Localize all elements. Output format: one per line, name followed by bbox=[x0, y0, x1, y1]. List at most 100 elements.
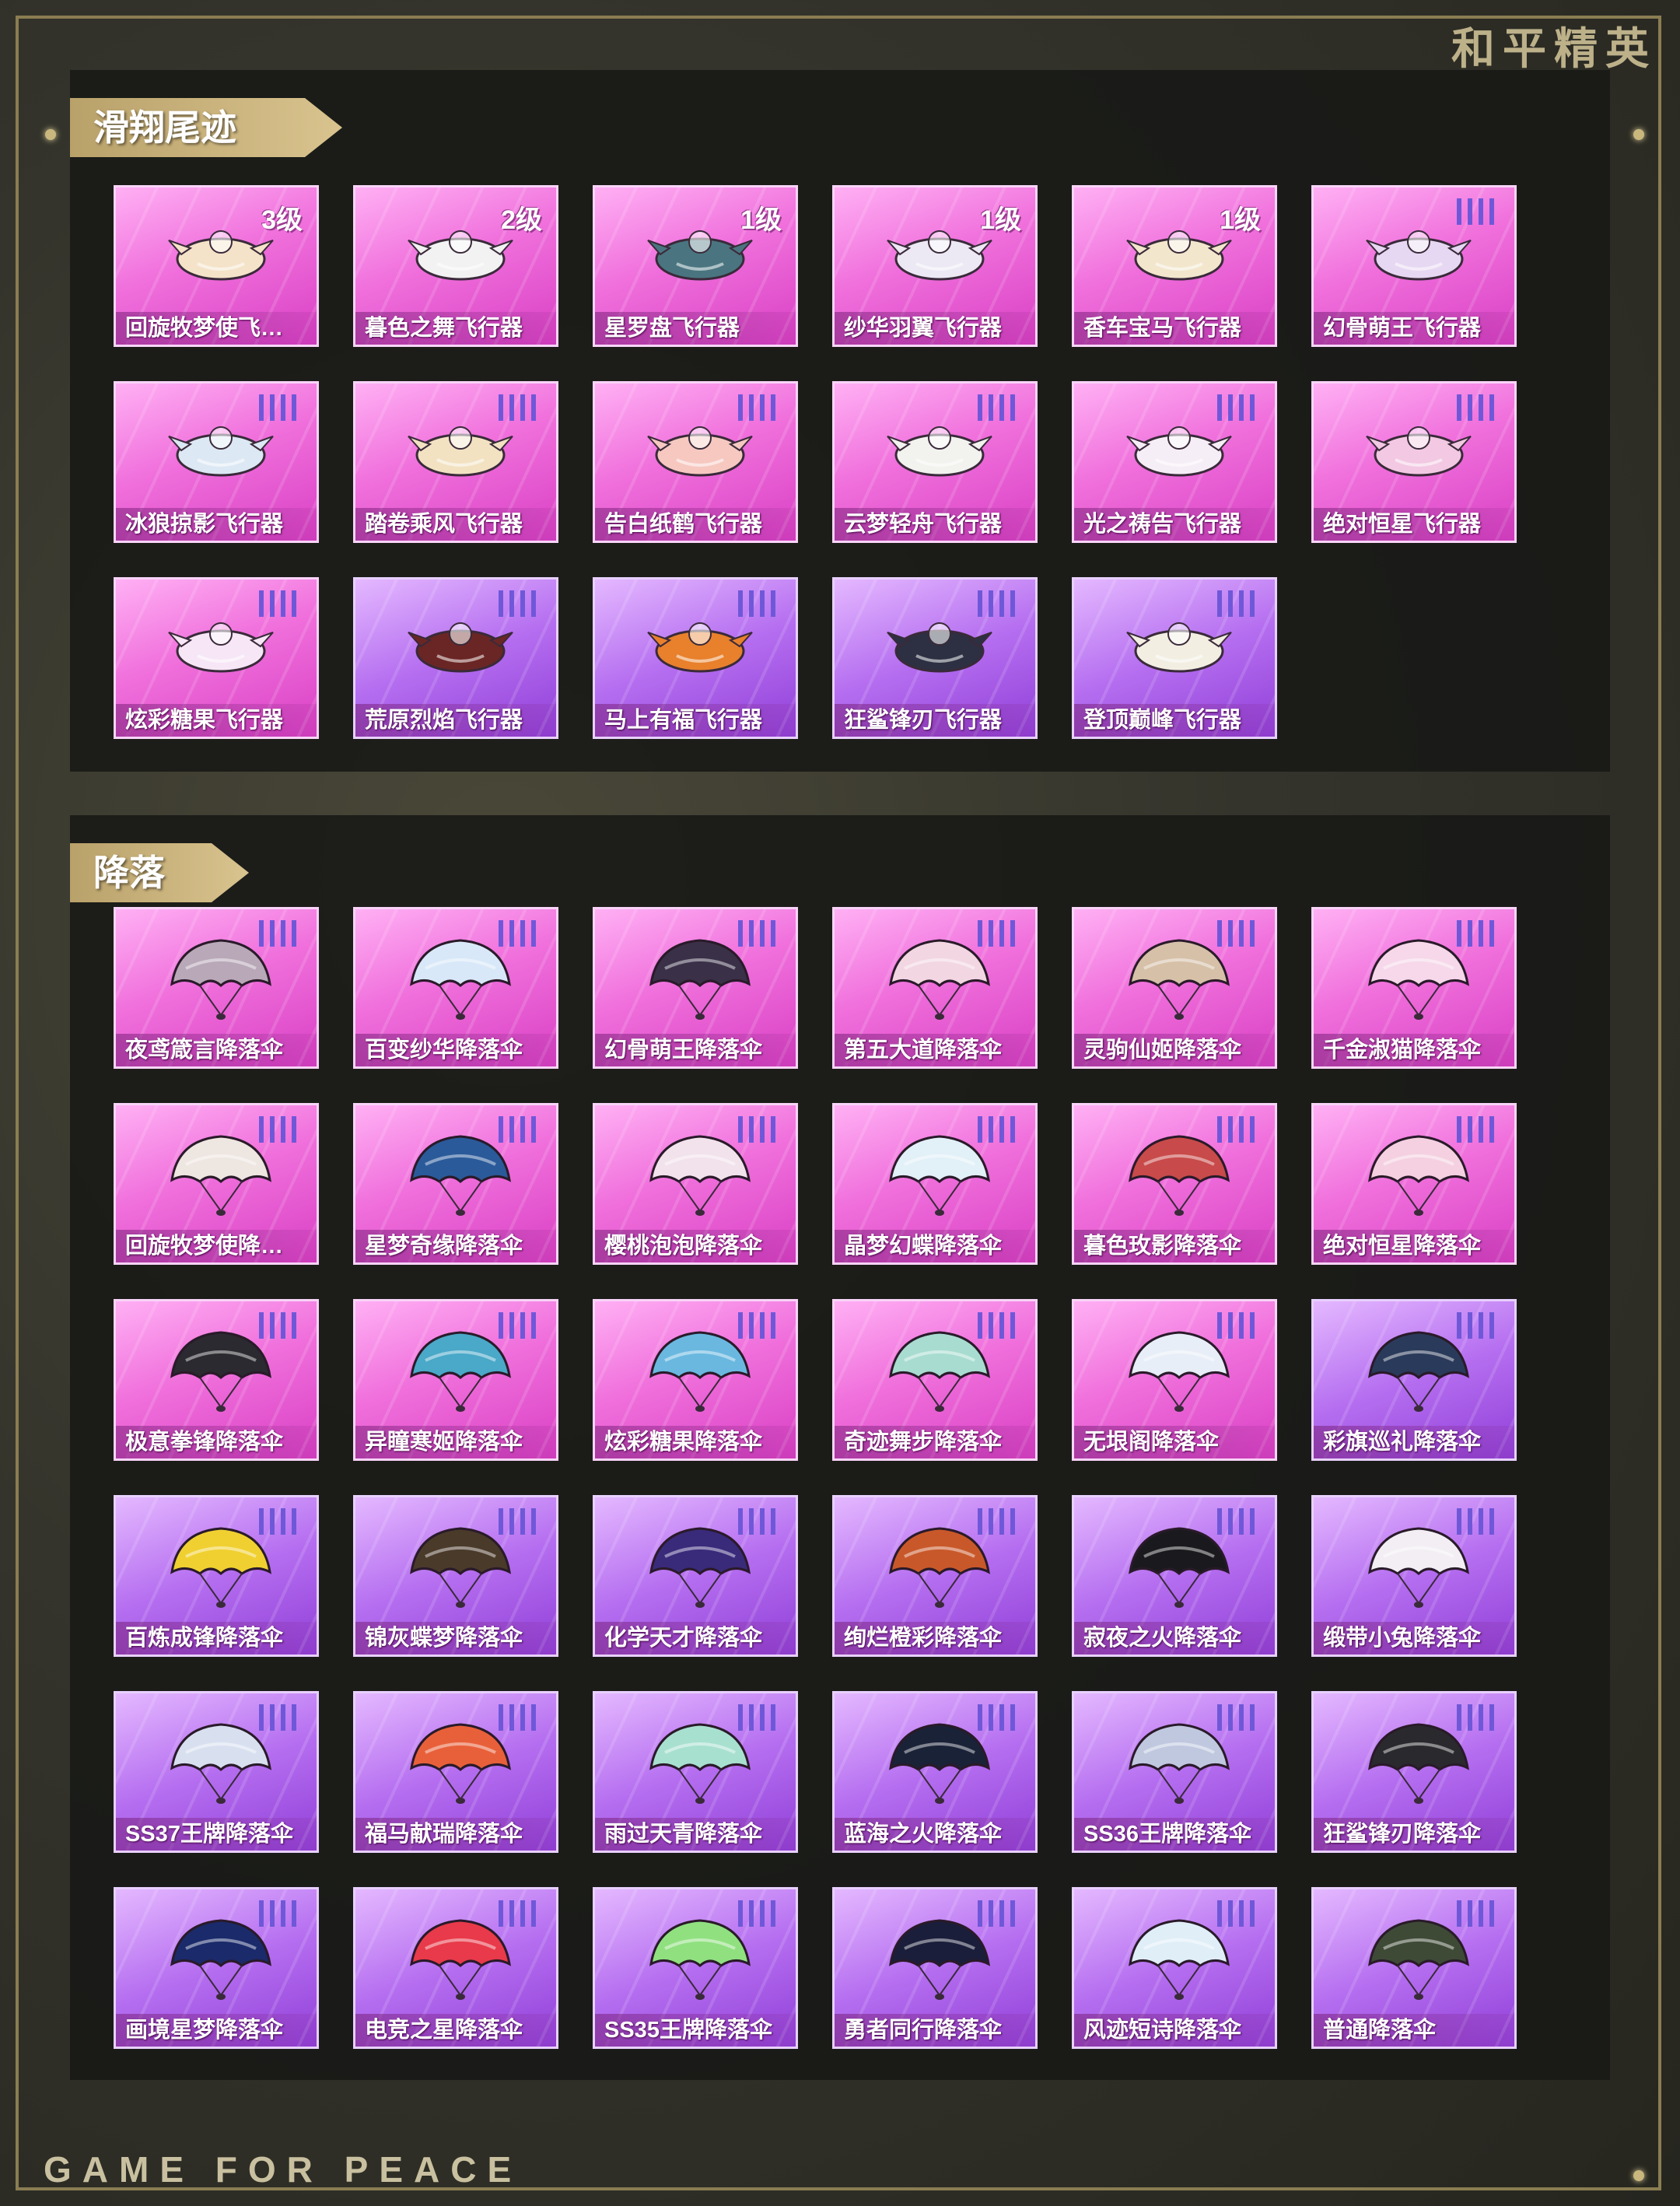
rarity-bar bbox=[1239, 1508, 1244, 1535]
rarity-bar bbox=[1010, 1704, 1015, 1731]
rarity-bar bbox=[520, 394, 525, 421]
rarity-bar bbox=[999, 1704, 1004, 1731]
rarity-bar bbox=[1479, 1508, 1483, 1535]
item-card[interactable]: 异瞳寒姬降落伞 bbox=[353, 1299, 558, 1461]
section-title-trails: 滑翔尾迹 bbox=[70, 98, 342, 157]
item-card[interactable]: 风迹短诗降落伞 bbox=[1072, 1887, 1277, 2049]
item-card[interactable]: 第五大道降落伞 bbox=[832, 907, 1038, 1069]
rarity-bar bbox=[1489, 394, 1494, 421]
item-card[interactable]: SS35王牌降落伞 bbox=[593, 1887, 798, 2049]
item-card[interactable]: 云梦轻舟飞行器 bbox=[832, 381, 1038, 543]
item-card[interactable]: 化学天才降落伞 bbox=[593, 1495, 798, 1657]
rarity-bar bbox=[520, 1116, 525, 1143]
parachute-icon bbox=[1129, 1135, 1230, 1216]
item-card[interactable]: 晶梦幻蝶降落伞 bbox=[832, 1103, 1038, 1265]
item-name: 绝对恒星飞行器 bbox=[1314, 508, 1514, 541]
item-card[interactable]: 勇者同行降落伞 bbox=[832, 1887, 1038, 2049]
item-card[interactable]: 2级 暮色之舞飞行器 bbox=[353, 185, 558, 347]
item-card[interactable]: 百炼成锋降落伞 bbox=[114, 1495, 319, 1657]
item-card[interactable]: 幻骨萌王飞行器 bbox=[1311, 185, 1517, 347]
parachute-icon bbox=[410, 939, 511, 1020]
paper-crane-glider-icon bbox=[647, 426, 753, 477]
item-card[interactable]: 寂夜之火降落伞 bbox=[1072, 1495, 1277, 1657]
item-card[interactable]: 暮色玫影降落伞 bbox=[1072, 1103, 1277, 1265]
rarity-bar bbox=[1479, 1704, 1483, 1731]
item-name: 寂夜之火降落伞 bbox=[1074, 1622, 1275, 1654]
item-card[interactable]: 千金淑猫降落伞 bbox=[1311, 907, 1517, 1069]
item-card[interactable]: 福马献瑞降落伞 bbox=[353, 1691, 558, 1853]
decor-dot bbox=[1633, 2170, 1644, 2181]
item-card[interactable]: 1级 香车宝马飞行器 bbox=[1072, 185, 1277, 347]
item-card[interactable]: 奇迹舞步降落伞 bbox=[832, 1299, 1038, 1461]
item-card[interactable]: 狂鲨锋刃飞行器 bbox=[832, 577, 1038, 739]
parachute-icon bbox=[649, 939, 751, 1020]
item-card[interactable]: 缎带小兔降落伞 bbox=[1311, 1495, 1517, 1657]
item-card[interactable]: 画境星梦降落伞 bbox=[114, 1887, 319, 2049]
item-card[interactable]: 踏卷乘风飞行器 bbox=[353, 381, 558, 543]
item-name: 千金淑猫降落伞 bbox=[1314, 1034, 1514, 1066]
item-card[interactable]: 回旋牧梦使降… bbox=[114, 1103, 319, 1265]
item-name: 光之祷告飞行器 bbox=[1074, 508, 1275, 541]
rarity-bar bbox=[1239, 1900, 1244, 1927]
parachute-icon bbox=[889, 1135, 990, 1216]
rarity-bar bbox=[1489, 1116, 1494, 1143]
rarity-bar bbox=[1010, 920, 1015, 947]
parachute-icon bbox=[1368, 1723, 1469, 1804]
rarity-bar bbox=[531, 1312, 536, 1339]
carriage-glider-icon bbox=[1126, 230, 1232, 281]
rarity-bar bbox=[292, 920, 296, 947]
rarity-bar bbox=[520, 1508, 525, 1535]
item-card[interactable]: 普通降落伞 bbox=[1311, 1887, 1517, 2049]
rarity-bar bbox=[1489, 1312, 1494, 1339]
rarity-bar bbox=[1479, 920, 1483, 947]
item-card[interactable]: 百变纱华降落伞 bbox=[353, 907, 558, 1069]
item-card[interactable]: 幻骨萌王降落伞 bbox=[593, 907, 798, 1069]
parachute-icon bbox=[1129, 1723, 1230, 1804]
item-card[interactable]: 夜鸢箴言降落伞 bbox=[114, 907, 319, 1069]
rarity-bar bbox=[1489, 920, 1494, 947]
item-card[interactable]: 1级 星罗盘飞行器 bbox=[593, 185, 798, 347]
parachute-icon bbox=[410, 1527, 511, 1608]
item-card[interactable]: SS36王牌降落伞 bbox=[1072, 1691, 1277, 1853]
item-card[interactable]: 电竞之星降落伞 bbox=[353, 1887, 558, 2049]
rarity-bar bbox=[1250, 1508, 1255, 1535]
item-card[interactable]: 荒原烈焰飞行器 bbox=[353, 577, 558, 739]
item-card[interactable]: 雨过天青降落伞 bbox=[593, 1691, 798, 1853]
item-card[interactable]: 彩旗巡礼降落伞 bbox=[1311, 1299, 1517, 1461]
rarity-bar bbox=[1250, 1312, 1255, 1339]
rarity-bar bbox=[1010, 590, 1015, 617]
item-row: SS37王牌降落伞 福马献瑞降落伞 雨过天青降落伞 蓝海之火降落伞 SS36王牌降落伞 狂… bbox=[114, 1691, 1517, 1853]
item-card[interactable]: 樱桃泡泡降落伞 bbox=[593, 1103, 798, 1265]
parachute-icon bbox=[1368, 1331, 1469, 1412]
rarity-bar bbox=[1239, 590, 1244, 617]
item-card[interactable]: 光之祷告飞行器 bbox=[1072, 381, 1277, 543]
rarity-bar bbox=[1479, 1116, 1483, 1143]
rarity-bar bbox=[760, 1116, 765, 1143]
item-card[interactable]: 绝对恒星飞行器 bbox=[1311, 381, 1517, 543]
item-name: 踏卷乘风飞行器 bbox=[355, 508, 556, 541]
item-card[interactable]: 无垠阁降落伞 bbox=[1072, 1299, 1277, 1461]
item-card[interactable]: 极意拳锋降落伞 bbox=[114, 1299, 319, 1461]
item-card[interactable]: 马上有福飞行器 bbox=[593, 577, 798, 739]
item-card[interactable]: 蓝海之火降落伞 bbox=[832, 1691, 1038, 1853]
item-card[interactable]: 锦灰蝶梦降落伞 bbox=[353, 1495, 558, 1657]
rarity-bar bbox=[520, 920, 525, 947]
item-card[interactable]: 登顶巅峰飞行器 bbox=[1072, 577, 1277, 739]
item-card[interactable]: 绚烂橙彩降落伞 bbox=[832, 1495, 1038, 1657]
rarity-bar bbox=[760, 920, 765, 947]
rarity-bar bbox=[760, 1508, 765, 1535]
item-card[interactable]: SS37王牌降落伞 bbox=[114, 1691, 319, 1853]
rarity-bar bbox=[281, 1312, 285, 1339]
item-card[interactable]: 炫彩糖果飞行器 bbox=[114, 577, 319, 739]
item-card[interactable]: 炫彩糖果降落伞 bbox=[593, 1299, 798, 1461]
item-card[interactable]: 星梦奇缘降落伞 bbox=[353, 1103, 558, 1265]
item-name: 化学天才降落伞 bbox=[595, 1622, 796, 1654]
item-card[interactable]: 1级 纱华羽翼飞行器 bbox=[832, 185, 1038, 347]
parachute-icon bbox=[889, 1919, 990, 2000]
item-card[interactable]: 狂鲨锋刃降落伞 bbox=[1311, 1691, 1517, 1853]
item-card[interactable]: 3级 回旋牧梦使飞… bbox=[114, 185, 319, 347]
item-card[interactable]: 灵驹仙姬降落伞 bbox=[1072, 907, 1277, 1069]
item-card[interactable]: 告白纸鹤飞行器 bbox=[593, 381, 798, 543]
item-card[interactable]: 冰狼掠影飞行器 bbox=[114, 381, 319, 543]
item-card[interactable]: 绝对恒星降落伞 bbox=[1311, 1103, 1517, 1265]
